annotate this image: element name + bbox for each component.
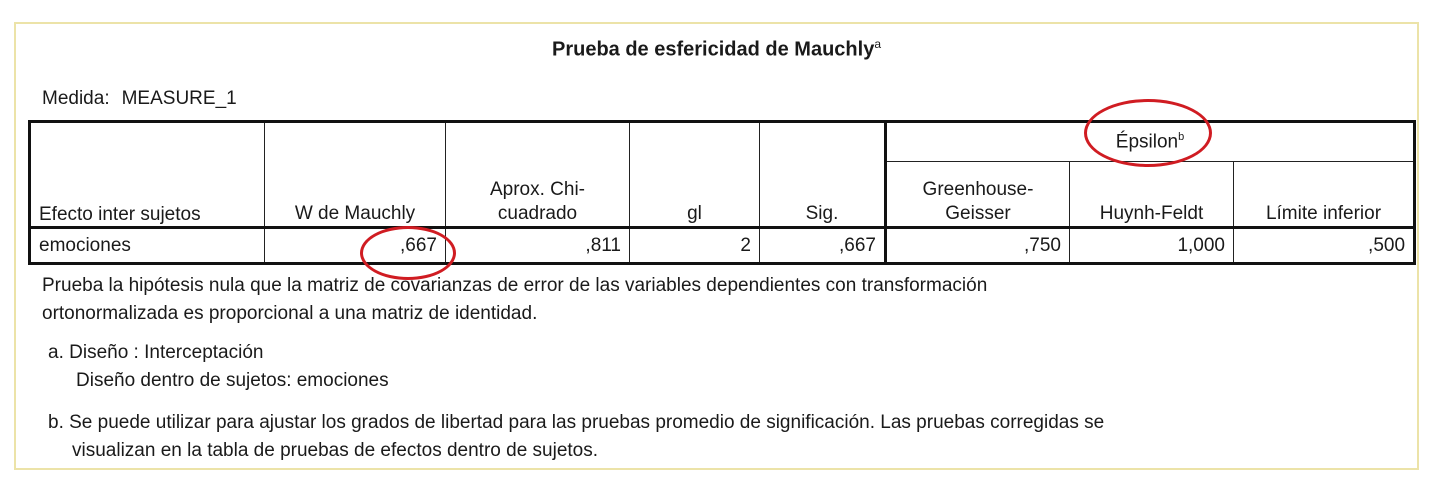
cell-w: ,667: [264, 226, 446, 264]
header-gl: gl: [629, 121, 760, 228]
hypothesis-line1: Prueba la hipótesis nula que la matriz d…: [42, 275, 988, 296]
header-effect: Efecto inter sujetos: [29, 121, 265, 228]
header-huynh-feldt: Huynh-Feldt: [1069, 161, 1234, 228]
title-footnote-marker: a: [874, 37, 882, 51]
cell-lower: ,500: [1232, 226, 1416, 264]
header-w-mauchly: W de Mauchly: [264, 121, 446, 228]
measure-label: Medida:: [42, 88, 110, 109]
footnote-b-line2: visualizan en la tabla de pruebas de efe…: [72, 440, 599, 461]
header-gg-line2: Geisser: [945, 203, 1011, 224]
output-frame: Prueba de esfericidad de Mauchlya Medida…: [14, 22, 1419, 470]
header-chi-square: Aprox. Chi- cuadrado: [445, 121, 630, 228]
cell-chi: ,811: [445, 226, 630, 264]
cell-gg: ,750: [884, 226, 1070, 264]
table-row: emociones ,667 ,811 2 ,667 ,750 1,000 ,5…: [29, 226, 1416, 264]
header-epsilon: Épsilonb: [883, 121, 1416, 162]
measure-line: Medida: MEASURE_1: [42, 88, 237, 110]
cell-effect: emociones: [29, 226, 265, 264]
header-chi-line1: Aprox. Chi-: [489, 179, 586, 200]
footnote-a-line1: a. Diseño : Interceptación: [48, 342, 264, 363]
footnote-b-line1: b. Se puede utilizar para ajustar los gr…: [48, 412, 1105, 433]
title-text: Prueba de esfericidad de Mauchly: [551, 38, 875, 61]
footnote-b: b. Se puede utilizar para ajustar los gr…: [48, 409, 1408, 465]
header-chi-line2: cuadrado: [497, 203, 578, 224]
header-lower-bound: Límite inferior: [1232, 161, 1416, 228]
header-gg-line1: Greenhouse-: [922, 179, 1034, 200]
footnote-a: a. Diseño : Interceptación Diseño dentro…: [48, 339, 389, 395]
cell-gl: 2: [629, 226, 760, 264]
header-greenhouse-geisser: Greenhouse- Geisser: [884, 161, 1070, 228]
hypothesis-line2: ortonormalizada es proporcional a una ma…: [42, 303, 538, 324]
epsilon-text: Épsilon: [1115, 131, 1179, 153]
footnote-a-line2: Diseño dentro de sujetos: emociones: [76, 370, 389, 391]
hypothesis-note: Prueba la hipótesis nula que la matriz d…: [42, 272, 1292, 328]
header-sig: Sig.: [759, 121, 886, 228]
cell-hf: 1,000: [1069, 226, 1234, 264]
epsilon-footnote-marker: b: [1178, 130, 1185, 143]
mauchly-table: Efecto inter sujetos W de Mauchly Aprox.…: [28, 120, 1417, 265]
cell-sig: ,667: [759, 226, 886, 264]
table-title: Prueba de esfericidad de Mauchlya: [16, 37, 1417, 62]
measure-value: MEASURE_1: [121, 88, 237, 109]
